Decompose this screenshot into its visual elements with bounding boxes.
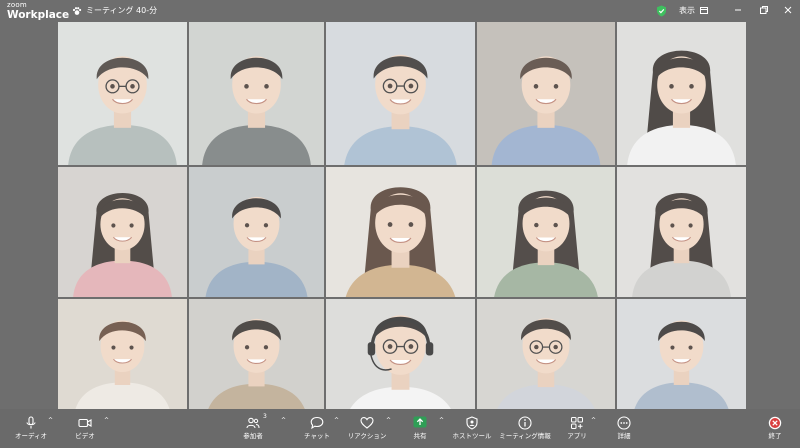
participant-video-man-headset[interactable]	[326, 299, 475, 409]
participant-video-woman-short-hair[interactable]	[58, 299, 187, 409]
meeting-toolbar: オーディオ ^ ビデオ ^ 参加者 3 ^ チャット ^ リアクション ^ 共有…	[0, 409, 800, 448]
more-dots-icon	[617, 416, 631, 430]
paw-icon	[72, 6, 82, 15]
apps-icon	[571, 417, 583, 429]
meeting-title-text: ミーティング 40-分	[86, 6, 158, 15]
participant-video-woman-pink-top[interactable]	[58, 167, 187, 297]
participant-avatar	[58, 167, 187, 297]
end-call-icon	[768, 416, 782, 430]
video-label: ビデオ	[75, 432, 95, 440]
meeting-info-button[interactable]: ミーティング情報	[498, 416, 552, 440]
participant-avatar	[326, 299, 475, 409]
apps-options-chevron-icon[interactable]: ^	[591, 417, 596, 424]
audio-options-chevron-icon[interactable]: ^	[48, 417, 53, 424]
participant-avatar	[477, 22, 615, 165]
brand-large: Workplace	[7, 9, 70, 21]
participant-video-woman-glasses-short-hair[interactable]	[477, 299, 615, 409]
participant-video-woman-glasses[interactable]	[58, 22, 187, 165]
participant-avatar	[189, 167, 324, 297]
participants-options-chevron-icon[interactable]: ^	[281, 417, 286, 424]
end-label: 終了	[768, 432, 782, 440]
brand-small: zoom	[7, 1, 27, 9]
share-button[interactable]: 共有	[406, 416, 434, 440]
participant-video-woman-long-hair[interactable]	[617, 22, 746, 165]
audio-button[interactable]: オーディオ	[14, 416, 48, 440]
participants-icon	[246, 417, 260, 429]
participant-avatar	[58, 299, 187, 409]
participant-avatar	[189, 299, 324, 409]
participant-video-man-glasses-blue-shirt[interactable]	[326, 22, 475, 165]
zoom-workplace-logo: zoom Workplace	[7, 2, 69, 21]
participants-label: 参加者	[243, 432, 263, 440]
participant-video-woman-grey-cardigan[interactable]	[617, 167, 746, 297]
chat-label: チャット	[304, 432, 330, 440]
video-camera-icon	[78, 418, 92, 428]
participant-avatar	[477, 299, 615, 409]
participants-count-badge: 3	[263, 413, 267, 420]
share-options-chevron-icon[interactable]: ^	[439, 417, 444, 424]
participant-avatar	[617, 167, 746, 297]
video-button[interactable]: ビデオ	[71, 416, 99, 440]
meeting-title[interactable]: ミーティング 40-分	[72, 5, 157, 16]
share-screen-icon	[413, 416, 427, 428]
share-label: 共有	[413, 432, 427, 440]
video-options-chevron-icon[interactable]: ^	[104, 417, 109, 424]
host-tools-label: ホストツール	[452, 432, 492, 440]
end-meeting-button[interactable]: 終了	[763, 416, 787, 440]
chat-options-chevron-icon[interactable]: ^	[334, 417, 339, 424]
minimize-icon[interactable]	[732, 4, 744, 16]
host-shield-icon	[466, 416, 478, 430]
participant-avatar	[189, 22, 324, 165]
reactions-options-chevron-icon[interactable]: ^	[386, 417, 391, 424]
view-grid-icon	[700, 7, 708, 14]
participant-video-man-blue-shirt[interactable]	[189, 167, 324, 297]
chat-bubble-icon	[310, 416, 324, 430]
audio-label: オーディオ	[14, 432, 48, 440]
participant-video-woman-green-top[interactable]	[477, 167, 615, 297]
title-bar: zoom Workplace ミーティング 40-分 表示	[0, 0, 800, 22]
heart-icon	[360, 417, 374, 429]
participant-video-man-blue-shirt-2[interactable]	[617, 299, 746, 409]
shield-check-icon[interactable]	[656, 5, 667, 17]
close-icon[interactable]	[782, 4, 794, 16]
participant-avatar	[617, 299, 746, 409]
restore-icon[interactable]	[758, 4, 770, 16]
participant-video-woman-beige-top[interactable]	[326, 167, 475, 297]
info-icon	[518, 416, 532, 430]
more-label: 詳細	[617, 432, 631, 440]
view-button[interactable]: 表示	[679, 5, 708, 16]
participant-avatar	[326, 167, 475, 297]
participant-avatar	[58, 22, 187, 165]
participant-avatar	[477, 167, 615, 297]
participant-avatar	[326, 22, 475, 165]
participant-video-man-beige-shirt[interactable]	[189, 299, 324, 409]
apps-label: アプリ	[567, 432, 587, 440]
microphone-icon	[26, 416, 36, 429]
host-tools-button[interactable]: ホストツール	[451, 416, 493, 440]
apps-button[interactable]: アプリ	[565, 416, 589, 440]
view-label: 表示	[679, 6, 695, 15]
reactions-label: リアクション	[347, 432, 387, 440]
participant-avatar	[617, 22, 746, 165]
participant-video-woman-blue-shirt[interactable]	[477, 22, 615, 165]
meeting-info-label: ミーティング情報	[499, 432, 551, 440]
reactions-button[interactable]: リアクション	[347, 416, 387, 440]
video-grid	[58, 22, 746, 409]
chat-button[interactable]: チャット	[302, 416, 332, 440]
participant-video-man-grey-shirt[interactable]	[189, 22, 324, 165]
more-button[interactable]: 詳細	[612, 416, 636, 440]
